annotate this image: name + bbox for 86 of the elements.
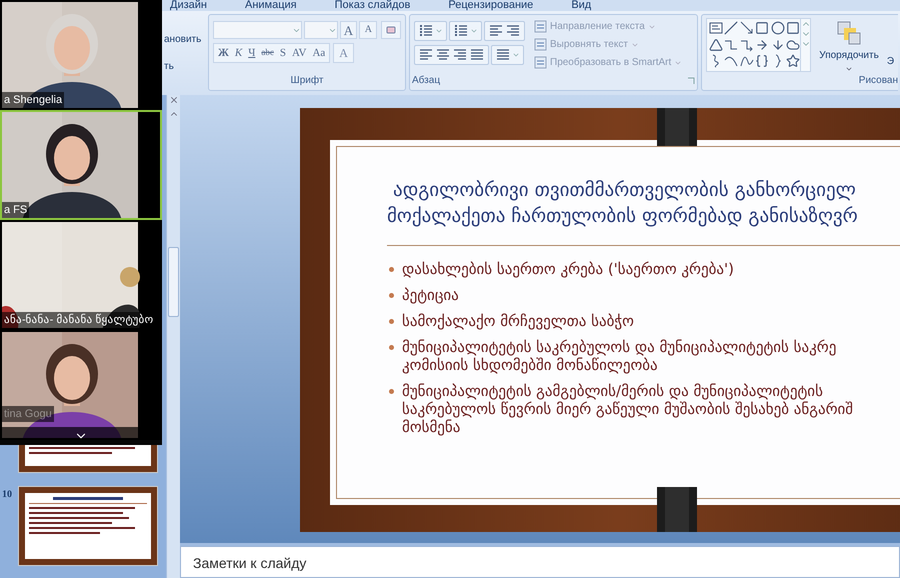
bullet-text: სამოქალაქო მრჩეველთა საბჭო	[402, 312, 634, 330]
slide-number: 10	[2, 488, 13, 502]
ribbon-tab[interactable]: Анимация	[244, 0, 297, 11]
slide-thumbnail[interactable]	[18, 486, 158, 566]
rounded-rectangle-icon	[786, 21, 800, 35]
grow-font-button[interactable]: A	[340, 21, 358, 39]
numbering-button[interactable]	[449, 21, 482, 41]
group-title: Рисован	[858, 74, 898, 88]
bullet-icon	[389, 319, 394, 324]
shrink-font-button[interactable]: A	[359, 21, 378, 39]
ribbon-command[interactable]: ановить	[164, 32, 202, 46]
caret-icon	[512, 51, 520, 59]
font-size-field[interactable]	[304, 21, 338, 39]
slide-title: მოქალაქეთა ჩართულობის ფორმებად განისაზღვრ	[387, 204, 858, 229]
font-color-button[interactable]: A	[333, 43, 354, 63]
dialog-launcher-icon	[687, 76, 695, 84]
format-button[interactable]: К	[234, 44, 242, 62]
wave-icon	[740, 54, 754, 68]
star-icon	[786, 54, 800, 68]
cloud-icon	[786, 38, 800, 52]
bullet-text: დასახლების საერთო კრება ('საერთო კრება')	[402, 260, 734, 278]
bullet-icon	[389, 293, 394, 298]
command-icon	[534, 38, 547, 51]
connector-arrow-icon	[740, 38, 754, 52]
ribbon-tab[interactable]: Вид	[571, 0, 592, 11]
slide-title: ადგილობრივი თვითმმართველობის განხორციელ	[392, 178, 856, 203]
bullets-button[interactable]	[414, 21, 447, 41]
arrow-right-icon	[755, 38, 770, 52]
notes-field[interactable]: Заметки к слайду	[180, 546, 900, 578]
participant-name: ანა-ნანა- მანანა წყალტუბო	[2, 312, 156, 328]
text-box-icon	[709, 21, 723, 35]
participant-name: tina Gogu	[2, 406, 54, 422]
bullet-text: პეტიცია	[402, 286, 459, 304]
arrange-icon	[836, 20, 862, 46]
format-button[interactable]: Ч	[248, 44, 256, 62]
bullet-icon	[389, 267, 394, 272]
caret-icon	[435, 27, 443, 35]
scrollbar-thumb[interactable]	[168, 247, 179, 317]
ribbon-tab[interactable]: Дизайн	[170, 0, 207, 11]
binder-clip	[657, 487, 697, 532]
curve-icon	[724, 54, 738, 68]
ribbon-command[interactable]: Э	[886, 18, 894, 73]
shapes-gallery[interactable]	[706, 18, 812, 72]
bullet-icon	[389, 389, 394, 394]
bullet-list-icon	[418, 23, 434, 39]
format-button[interactable]: Ж	[218, 44, 229, 62]
ribbon-command[interactable]: ть	[164, 58, 174, 74]
group-title: Шрифт	[290, 74, 324, 88]
arrange-button[interactable]: Упорядочить	[819, 18, 879, 73]
font-name-field[interactable]	[213, 21, 302, 39]
arrow-icon	[740, 21, 754, 35]
bullet-text: მუნიციპალიტეტის გამგებლის/მერის და მუნიციპალიტეტის	[402, 382, 823, 400]
ribbon-tab[interactable]: Показ слайдов	[334, 0, 410, 11]
format-button[interactable]: AV	[292, 44, 306, 62]
bullet-text: საკრებულოს წევრის მიერ გაწეული მუშაობის შესახებ ანგარიშ	[402, 400, 854, 418]
command-icon	[534, 56, 547, 69]
ribbon-tab[interactable]: Рецензирование	[448, 0, 534, 11]
binder-clip	[657, 108, 697, 146]
clear-format-button[interactable]	[381, 21, 401, 39]
group-title: Абзац	[412, 74, 440, 88]
bullet-text: მუნიციპალიტეტის საკრებულოს და მუნიციპალიტეტის საკრე	[402, 338, 836, 356]
bullet-icon	[389, 345, 394, 350]
participant-name: a FS	[2, 202, 30, 218]
caret-icon	[470, 27, 478, 35]
brace-icon	[755, 54, 770, 68]
close-icon[interactable]	[168, 95, 178, 105]
bullet-text: კომისიის სხდომებში მონაწილეობა	[402, 356, 658, 374]
triangle-icon	[709, 38, 723, 52]
connector-icon	[724, 38, 738, 52]
alignment-button[interactable]	[414, 45, 489, 65]
line-icon	[724, 21, 738, 35]
numbered-list-icon	[453, 23, 469, 39]
arrow-down-icon	[770, 38, 785, 52]
command-icon	[534, 20, 547, 33]
format-button[interactable]: Aa	[312, 44, 326, 62]
format-button[interactable]: abc	[261, 46, 274, 60]
format-button[interactable]: S	[280, 44, 286, 62]
rectangle-icon	[755, 21, 770, 35]
oval-icon	[770, 21, 785, 35]
indent-button[interactable]	[484, 21, 525, 41]
columns-button[interactable]	[491, 45, 524, 65]
eraser-icon	[385, 24, 398, 36]
caret-icon	[845, 65, 854, 73]
bullet-text: მოსმენა	[402, 418, 460, 436]
participant-name: a Shengelia	[2, 92, 64, 108]
slide-thumbnail[interactable]	[18, 445, 158, 473]
